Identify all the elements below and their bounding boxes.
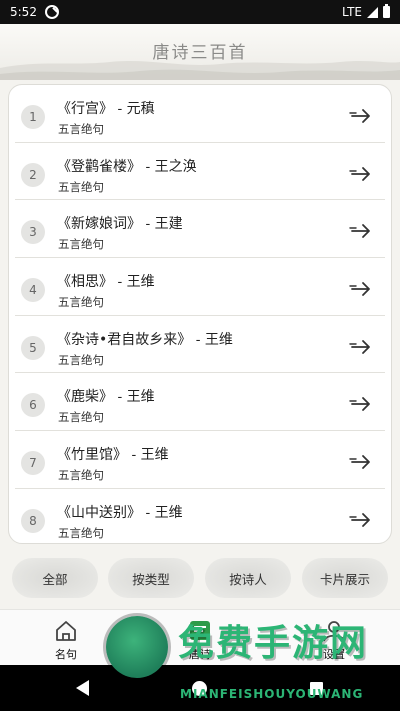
poem-title: 《行宫》 - 元稹	[57, 101, 155, 117]
arrow-right-icon[interactable]	[349, 221, 373, 241]
poem-title: 《杂诗•君自故乡来》 - 王维	[57, 331, 233, 348]
status-time: 5:52	[10, 5, 37, 19]
poem-type: 五言绝句	[58, 122, 104, 136]
poem-type: 五言绝句	[58, 179, 104, 194]
back-button[interactable]	[76, 680, 89, 696]
nav-item-settings[interactable]: 设置	[294, 610, 374, 666]
row-number: 2	[21, 162, 45, 187]
poem-row[interactable]: 4 《相思》 - 王维 五言绝句	[15, 258, 385, 316]
bottom-nav: 名句 唐诗 设置	[0, 609, 400, 665]
poem-title: 《竹里馆》 - 王维	[57, 447, 169, 464]
filter-bar: 全部 按类型 按诗人 卡片展示	[0, 556, 400, 600]
poem-row[interactable]: 1 《行宫》 - 元稹 五言绝句	[15, 85, 385, 143]
poem-row[interactable]: 2 《登鹳雀楼》 - 王之涣 五言绝句	[15, 143, 385, 201]
nav-label-tang-poems: 唐诗	[189, 648, 211, 661]
arrow-right-icon[interactable]	[349, 279, 373, 299]
poem-list: 1 《行宫》 - 元稹 五言绝句 2 《登鹳雀楼》 - 王之涣 五言绝句 3 《新嫁娘词》 -…	[8, 84, 392, 544]
battery-icon	[383, 4, 390, 18]
poem-title: 《山中送别》 - 王维	[57, 504, 183, 521]
home-icon	[56, 621, 76, 641]
home-button[interactable]	[192, 681, 207, 696]
filter-all-button[interactable]: 全部	[12, 558, 98, 598]
poem-type: 五言绝句	[58, 468, 104, 483]
poem-type: 五言绝句	[58, 410, 104, 425]
row-number: 7	[21, 451, 45, 476]
nav-label-quotes: 名句	[55, 648, 77, 661]
network-type: LTE	[342, 5, 362, 19]
poem-type: 五言绝句	[58, 295, 104, 310]
system-nav-bar	[0, 665, 400, 711]
poem-row[interactable]: 3 《新嫁娘词》 - 王建 五言绝句	[15, 200, 385, 259]
nav-item-tang-poems[interactable]: 唐诗	[160, 610, 240, 666]
poem-title: 《鹿柴》 - 王维	[57, 389, 155, 406]
filter-by-type-button[interactable]: 按类型	[108, 558, 194, 598]
poem-row[interactable]: 7 《竹里馆》 - 王维 五言绝句	[15, 431, 385, 489]
status-bar: 5:52 LTE	[0, 0, 400, 24]
poem-title: 《新嫁娘词》 - 王建	[57, 216, 183, 233]
arrow-right-icon[interactable]	[349, 510, 373, 530]
row-number: 8	[21, 508, 45, 533]
poem-type: 五言绝句	[58, 237, 104, 252]
arrow-right-icon[interactable]	[349, 394, 373, 414]
poem-title: 《登鹳雀楼》 - 王之涣	[57, 158, 197, 175]
page-title: 唐诗三百首	[152, 43, 248, 63]
poem-title: 《相思》 - 王维	[57, 274, 155, 291]
user-icon	[323, 621, 345, 642]
recents-button[interactable]	[310, 682, 323, 695]
data-saver-icon	[44, 5, 59, 19]
poem-row[interactable]: 5 《杂诗•君自故乡来》 - 王维 五言绝句	[15, 316, 385, 374]
row-number: 6	[21, 393, 45, 418]
list-icon	[190, 621, 210, 640]
signal-icon	[367, 6, 378, 18]
poem-row[interactable]: 6 《鹿柴》 - 王维 五言绝句	[15, 373, 385, 432]
filter-by-poet-button[interactable]: 按诗人	[205, 558, 291, 598]
row-number: 3	[21, 220, 45, 245]
poem-type: 五言绝句	[58, 525, 104, 540]
arrow-right-icon[interactable]	[349, 452, 373, 472]
row-number: 5	[21, 335, 45, 360]
arrow-right-icon[interactable]	[349, 164, 373, 184]
status-right: LTE	[342, 4, 390, 19]
poem-type: 五言绝句	[58, 352, 104, 367]
row-number: 1	[21, 105, 45, 129]
arrow-right-icon[interactable]	[349, 106, 373, 126]
app-header: 唐诗三百首	[0, 24, 400, 80]
poem-row[interactable]: 8 《山中送别》 - 王维 五言绝句	[15, 489, 385, 543]
row-number: 4	[21, 278, 45, 303]
nav-item-quotes[interactable]: 名句	[26, 610, 106, 666]
nav-label-settings: 设置	[323, 648, 345, 661]
arrow-right-icon[interactable]	[349, 337, 373, 357]
card-view-button[interactable]: 卡片展示	[302, 558, 388, 598]
